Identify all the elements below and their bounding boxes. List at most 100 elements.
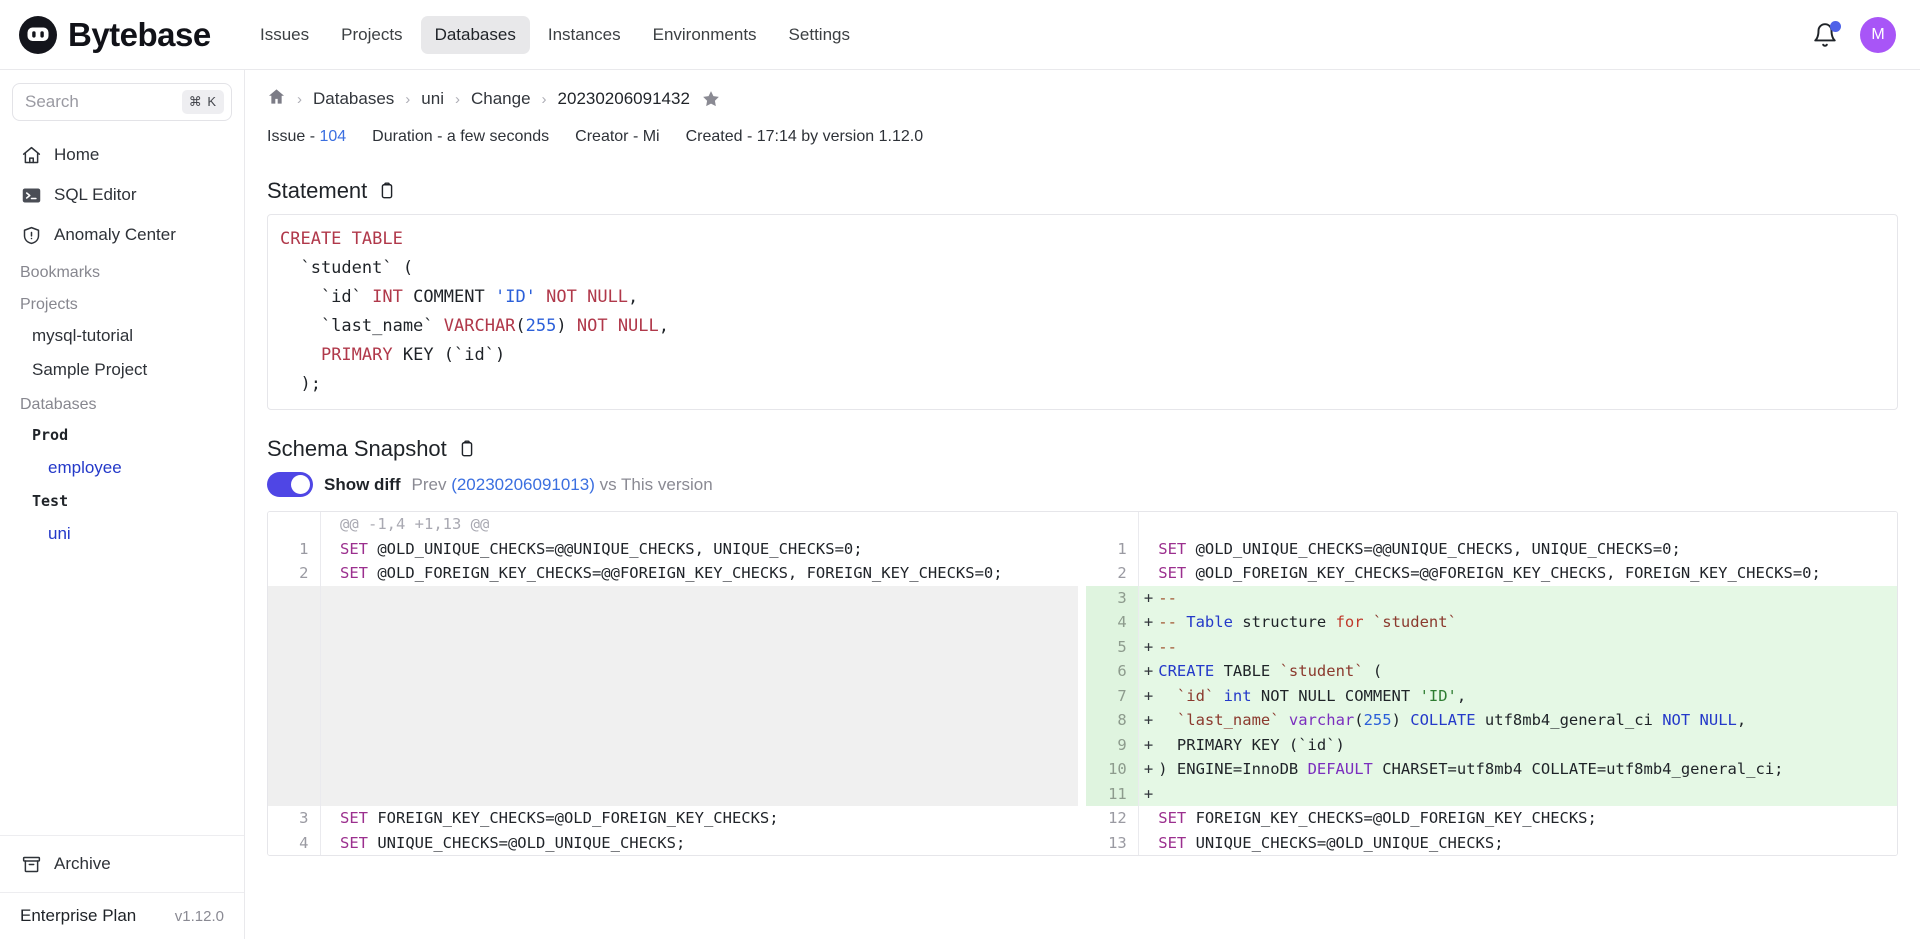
code-token: PRIMARY [320,345,393,365]
breadcrumb-item-change[interactable]: Change [471,89,531,109]
diff-token: SET [1158,833,1187,852]
diff-code-cell: SET FOREIGN_KEY_CHECKS=@OLD_FOREIGN_KEY_… [340,806,1079,831]
diff-row-context: 3 SET FOREIGN_KEY_CHECKS=@OLD_FOREIGN_KEY… [268,806,1897,831]
diff-token: SET [1158,564,1187,582]
diff-sign: + [1138,585,1159,610]
diff-line-number [268,659,321,684]
sidebar-item-archive[interactable]: Archive [12,844,232,884]
clipboard-icon-schema-snapshot[interactable] [457,439,477,459]
code-token: `id` [280,287,373,307]
diff-token: UNIQUE_CHECKS=@OLD_UNIQUE_CHECKS; [1186,833,1504,852]
diff-sign [320,536,340,561]
diff-code-cell: CREATE TABLE `student` ( [1158,659,1897,684]
diff-token: @OLD_FOREIGN_KEY_CHECKS=@@FOREIGN_KEY_CH… [368,564,1003,582]
diff-code-cell: ) ENGINE=InnoDB DEFAULT CHARSET=utf8mb4 … [1158,757,1897,782]
diff-line-number: 6 [1086,659,1139,684]
diff-code-cell [1158,781,1897,806]
sidebar-item-home[interactable]: Home [12,135,232,175]
diff-token: ( [1354,711,1364,729]
diff-line-number: 11 [1086,781,1139,806]
diff-sign: + [1138,757,1159,782]
code-token: CREATE TABLE [280,229,403,249]
diff-row-context: 1 SET @OLD_UNIQUE_CHECKS=@@UNIQUE_CHECKS,… [268,536,1897,561]
sidebar-project-sample-project[interactable]: Sample Project [12,353,232,387]
breadcrumb-home-icon[interactable] [267,87,286,111]
diff-code-cell: SET UNIQUE_CHECKS=@OLD_UNIQUE_CHECKS; [340,830,1079,855]
sidebar-item-anomaly-center[interactable]: Anomaly Center [12,215,232,255]
diff-code-cell: -- Table structure for `student` [1158,610,1897,635]
diff-token: CREATE [1158,662,1215,680]
nav-item-settings[interactable]: Settings [775,16,864,54]
nav-item-instances[interactable]: Instances [534,16,635,54]
meta-issue-link[interactable]: 104 [319,128,346,145]
nav-item-databases[interactable]: Databases [420,15,530,54]
diff-token: TABLE [1214,662,1280,680]
brand-logo[interactable]: Bytebase [18,15,228,55]
sidebar-environment-test[interactable]: Test [12,485,232,517]
star-filled-icon[interactable] [701,89,721,109]
show-diff-toggle[interactable] [267,472,313,497]
diff-token: NOT NULL [1662,711,1737,729]
code-token: ); [280,374,321,394]
diff-token: structure [1232,613,1336,631]
top-bar-right: M [1812,16,1896,53]
statement-title-text: Statement [267,178,368,203]
diff-token: SET [340,809,368,827]
breadcrumb-item-uni[interactable]: uni [421,89,444,109]
diff-line-number: 7 [1086,683,1139,708]
clipboard-icon-statement[interactable] [377,181,397,201]
diff-viewer: @@ -1,4 +1,13 @@ 1 SET @OLD_UNIQUE_CHECKS… [267,511,1898,856]
sidebar-item-sql-editor[interactable]: SQL Editor [12,175,232,215]
code-token: KEY (`id`) [392,345,506,365]
notification-bell-button[interactable] [1812,20,1841,48]
search-input[interactable]: Search ⌘ K [12,83,232,121]
diff-line-number: 1 [1086,536,1139,561]
sidebar-environment-prod[interactable]: Prod [12,419,232,451]
diff-token: -- [1158,588,1177,607]
diff-sign [320,512,340,537]
nav-item-environments[interactable]: Environments [639,16,771,54]
diff-code-cell [340,757,1079,782]
plan-row[interactable]: Enterprise Plan v1.12.0 [0,892,244,939]
sidebar-project-mysql-tutorial[interactable]: mysql-tutorial [12,319,232,353]
diff-gap [1078,659,1087,684]
nav-item-issues[interactable]: Issues [246,16,323,54]
diff-line-number [268,683,321,708]
code-token: `student` ( [280,258,414,278]
diff-sign [320,610,340,635]
diff-sign: + [1138,659,1159,684]
diff-line-number: 13 [1086,830,1139,855]
diff-token: CHARSET=utf8mb4 COLLATE=utf8mb4_general_… [1372,760,1784,778]
diff-line-number [268,634,321,659]
avatar[interactable]: M [1860,16,1896,53]
diff-line-number: 8 [1086,708,1139,733]
breadcrumb-item-databases[interactable]: Databases [313,89,394,109]
diff-row-added: 8 + `last_name` varchar(255) COLLATE utf8… [268,708,1897,733]
diff-gap [1078,732,1087,757]
statement-line: PRIMARY KEY (`id`) [280,341,1885,370]
body: Search ⌘ K Home SQL Editor Anomaly Cente… [0,70,1920,939]
prev-version-link[interactable]: (20230206091013) [451,475,595,494]
diff-token: ) [1391,711,1411,729]
code-token: , [658,316,670,336]
sidebar-scroll: Search ⌘ K Home SQL Editor Anomaly Cente… [0,70,244,835]
diff-line-number [268,610,321,635]
change-meta: Issue - 104 Duration - a few seconds Cre… [267,128,1898,152]
diff-token: `id` [1158,686,1224,705]
diff-hunk-header: @@ -1,4 +1,13 @@ [340,512,1079,537]
sidebar-database-uni[interactable]: uni [12,517,232,551]
diff-token: SET [340,564,368,582]
diff-code-cell: `id` int NOT NULL COMMENT 'ID', [1158,683,1897,708]
diff-token: UNIQUE_CHECKS=@OLD_UNIQUE_CHECKS; [368,833,686,852]
breadcrumb-separator-2: › [405,90,411,108]
code-token: COMMENT [402,287,495,307]
code-token: ) [556,316,567,336]
diff-sign: + [1138,634,1159,659]
diff-gap [1078,683,1087,708]
diff-line-number: 2 [268,561,321,586]
diff-sign [320,708,340,733]
nav-item-projects[interactable]: Projects [327,16,416,54]
breadcrumb-separator-1: › [297,90,302,108]
sidebar-database-employee[interactable]: employee [12,451,232,485]
